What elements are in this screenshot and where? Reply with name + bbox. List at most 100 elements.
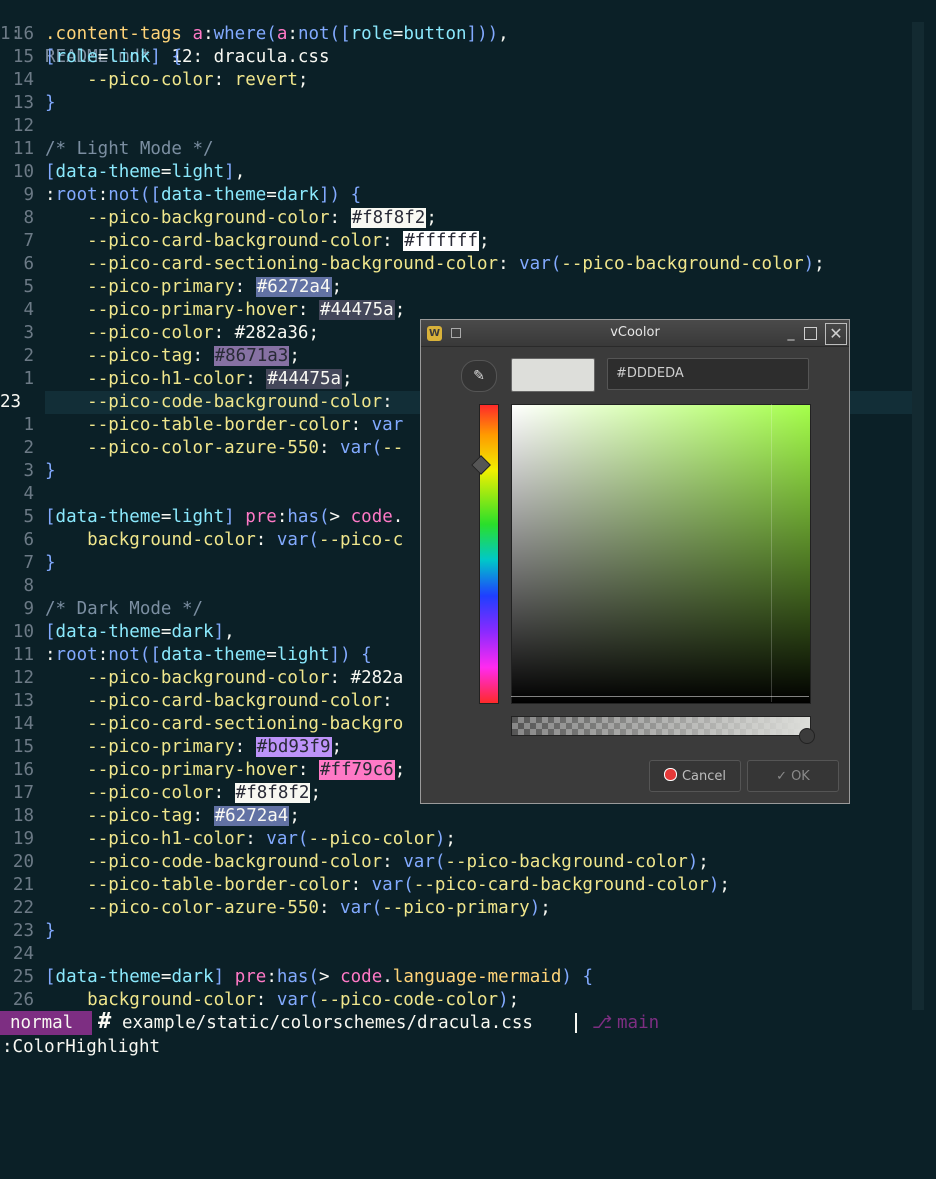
token: : (350, 875, 372, 895)
token: : (287, 24, 298, 44)
token: } (45, 553, 56, 573)
line-number: 24 (12, 944, 34, 964)
line-number: 25 (12, 967, 34, 987)
minimize-icon[interactable]: _ (783, 325, 799, 341)
code-line[interactable]: 19 --pico-h1-color: var(--pico-color); (0, 828, 936, 851)
code-text: [role=link] { (45, 46, 182, 69)
alpha-slider-handle[interactable] (799, 728, 815, 744)
token: ) (561, 967, 572, 987)
code-line[interactable]: 8 --pico-background-color: #f8f8f2; (0, 207, 936, 230)
code-line[interactable]: 25 [data-theme=dark] pre:has(> code.langu… (0, 966, 936, 989)
sv-crosshair-horizontal (511, 696, 809, 697)
code-line[interactable]: 16 .content-tags a:where(a:not([role=butt… (0, 23, 936, 46)
code-line[interactable]: 10 [data-theme=light], (0, 161, 936, 184)
scrollbar[interactable] (912, 22, 924, 1010)
token: background-color (87, 990, 256, 1010)
token: ; (508, 990, 520, 1010)
token: ( (319, 507, 330, 527)
code-line[interactable]: 13} (0, 92, 936, 115)
code-line[interactable]: 26 background-color: var(--pico-code-col… (0, 989, 936, 1012)
close-icon[interactable]: ✕ (825, 323, 847, 345)
code-text: :root:not([data-theme=dark]) { (45, 184, 361, 207)
token: : (192, 346, 214, 366)
dialog-titlebar[interactable]: W vCoolor _ ✕ (421, 320, 849, 347)
code-line[interactable]: 21 --pico-table-border-color: var(--pico… (0, 874, 936, 897)
token: : (498, 254, 520, 274)
command-line[interactable]: :ColorHighlight (2, 1036, 160, 1058)
code-line[interactable]: 23} (0, 920, 936, 943)
token: ; (698, 852, 709, 872)
code-text: --pico-primary: #bd93f9; (45, 736, 342, 759)
code-text: background-color: var(--pico-code-color)… (45, 989, 519, 1012)
token: : (213, 323, 235, 343)
code-line[interactable]: 14 --pico-color: revert; (0, 69, 936, 92)
token: code (340, 967, 383, 987)
token: --pico-background-color (445, 852, 688, 872)
token: ( (308, 990, 319, 1010)
eyedropper-icon[interactable]: ✎ (461, 360, 497, 392)
code-text: --pico-color: #282a36; (45, 322, 319, 345)
maximize-icon[interactable] (804, 327, 817, 340)
hue-slider[interactable] (479, 404, 499, 704)
token: pre (245, 507, 277, 527)
line-number: 9 (23, 185, 34, 205)
token: : (255, 990, 277, 1010)
code-text: --pico-card-background-color: #ffffff; (45, 230, 490, 253)
token: ([ (139, 185, 161, 205)
ok-label: OK (791, 769, 810, 784)
code-line[interactable]: 15 [role=link] { (0, 46, 936, 69)
line-number: 18 (12, 806, 34, 826)
token: = (160, 162, 172, 182)
code-line[interactable]: 24 (0, 943, 936, 966)
code-line[interactable]: 20 --pico-code-background-color: var(--p… (0, 851, 936, 874)
token: ] (224, 162, 235, 182)
code-line[interactable]: 22 --pico-color-azure-550: var(--pico-pr… (0, 897, 936, 920)
code-line[interactable]: 6 --pico-card-sectioning-background-colo… (0, 253, 936, 276)
hex-color-input[interactable] (607, 358, 809, 390)
code-text: --pico-primary-hover: #44475a; (45, 299, 405, 322)
token: where (213, 24, 267, 44)
token: , (234, 162, 246, 182)
token: var (276, 530, 309, 550)
token: ; (394, 300, 406, 320)
cancel-button[interactable]: Cancel (649, 760, 741, 792)
token: [ (45, 47, 56, 67)
line-number: 21 (12, 875, 34, 895)
line-number: 23 (12, 921, 34, 941)
check-icon: ✓ (776, 769, 788, 784)
alpha-slider[interactable] (511, 716, 811, 736)
code-text: --pico-tag: #6272a4; (45, 805, 300, 828)
token: > (329, 507, 351, 527)
code-line[interactable]: 5 --pico-primary: #6272a4; (0, 276, 936, 299)
code-line[interactable]: 9 :root:not([data-theme=dark]) { (0, 184, 936, 207)
file-path: example/static/colorschemes/dracula.css (122, 1013, 533, 1033)
token: ) (708, 875, 720, 895)
code-text: .content-tags a:where(a:not([role=button… (45, 23, 509, 46)
token: : (382, 852, 404, 872)
code-text: --pico-h1-color: #44475a; (45, 368, 353, 391)
saturation-value-area[interactable] (511, 404, 811, 704)
token: ; (297, 70, 309, 90)
token: : (234, 277, 256, 297)
code-text: } (45, 92, 56, 115)
token: : (213, 70, 235, 90)
token: : (245, 369, 267, 389)
ok-button[interactable]: ✓ OK (747, 760, 839, 792)
code-line[interactable]: 7 --pico-card-background-color: #ffffff; (0, 230, 936, 253)
token: --pico-card-sectioning-background-color (87, 254, 499, 274)
code-line[interactable]: 18 --pico-tag: #6272a4; (0, 805, 936, 828)
code-line[interactable]: 11 /* Light Mode */ (0, 138, 936, 161)
color-swatch: #6272a4 (213, 806, 290, 826)
token: , (224, 622, 235, 642)
token: root (55, 185, 98, 205)
color-swatch: #f8f8f2 (350, 208, 427, 228)
code-line[interactable]: 12 (0, 115, 936, 138)
token: var (276, 990, 309, 1010)
